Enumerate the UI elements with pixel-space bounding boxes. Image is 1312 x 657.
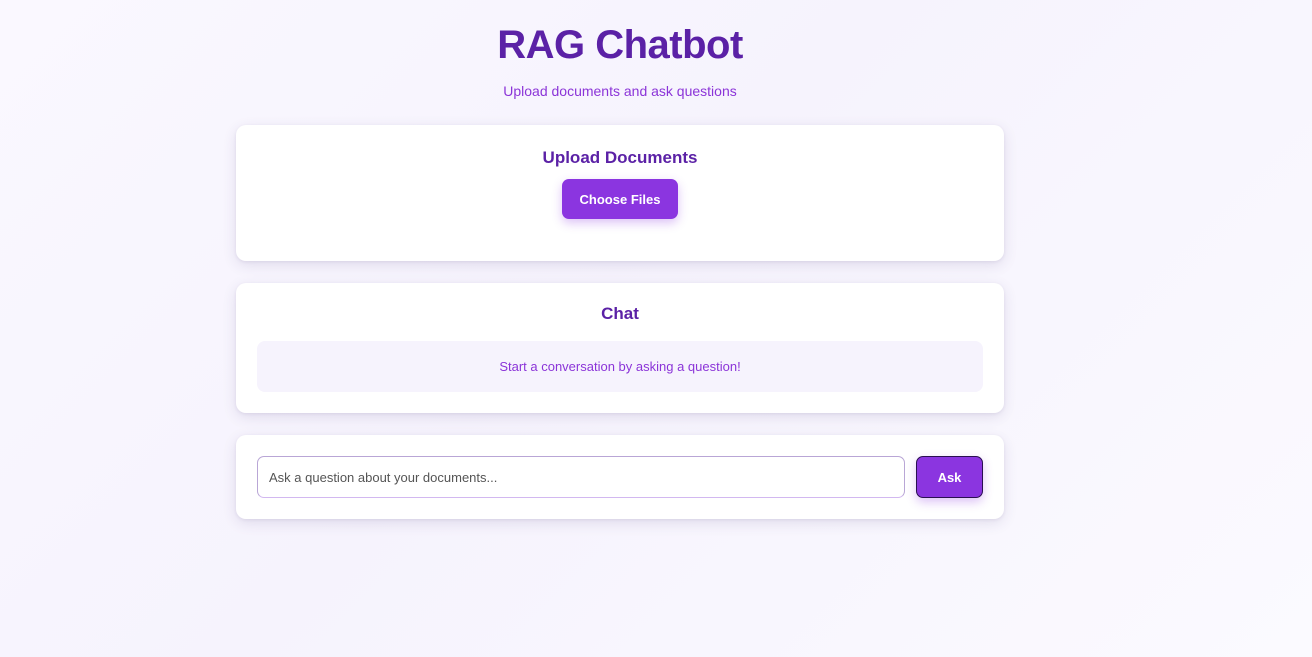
upload-card: Upload Documents Choose Files: [236, 125, 1004, 261]
choose-files-button[interactable]: Choose Files: [562, 179, 678, 219]
ask-card: Ask: [236, 435, 1004, 519]
chat-card: Chat Start a conversation by asking a qu…: [236, 283, 1004, 413]
page-title: RAG Chatbot: [497, 23, 743, 67]
question-input[interactable]: [257, 456, 905, 498]
ask-button[interactable]: Ask: [916, 456, 983, 498]
chat-card-title: Chat: [601, 304, 639, 323]
page-header: RAG Chatbot Upload documents and ask que…: [0, 22, 1240, 100]
upload-card-title: Upload Documents: [542, 148, 698, 167]
chat-empty-message: Start a conversation by asking a questio…: [499, 359, 741, 374]
page-subtitle: Upload documents and ask questions: [503, 83, 737, 99]
chat-messages-area: Start a conversation by asking a questio…: [257, 341, 983, 392]
app-root: RAG Chatbot Upload documents and ask que…: [0, 0, 1312, 657]
